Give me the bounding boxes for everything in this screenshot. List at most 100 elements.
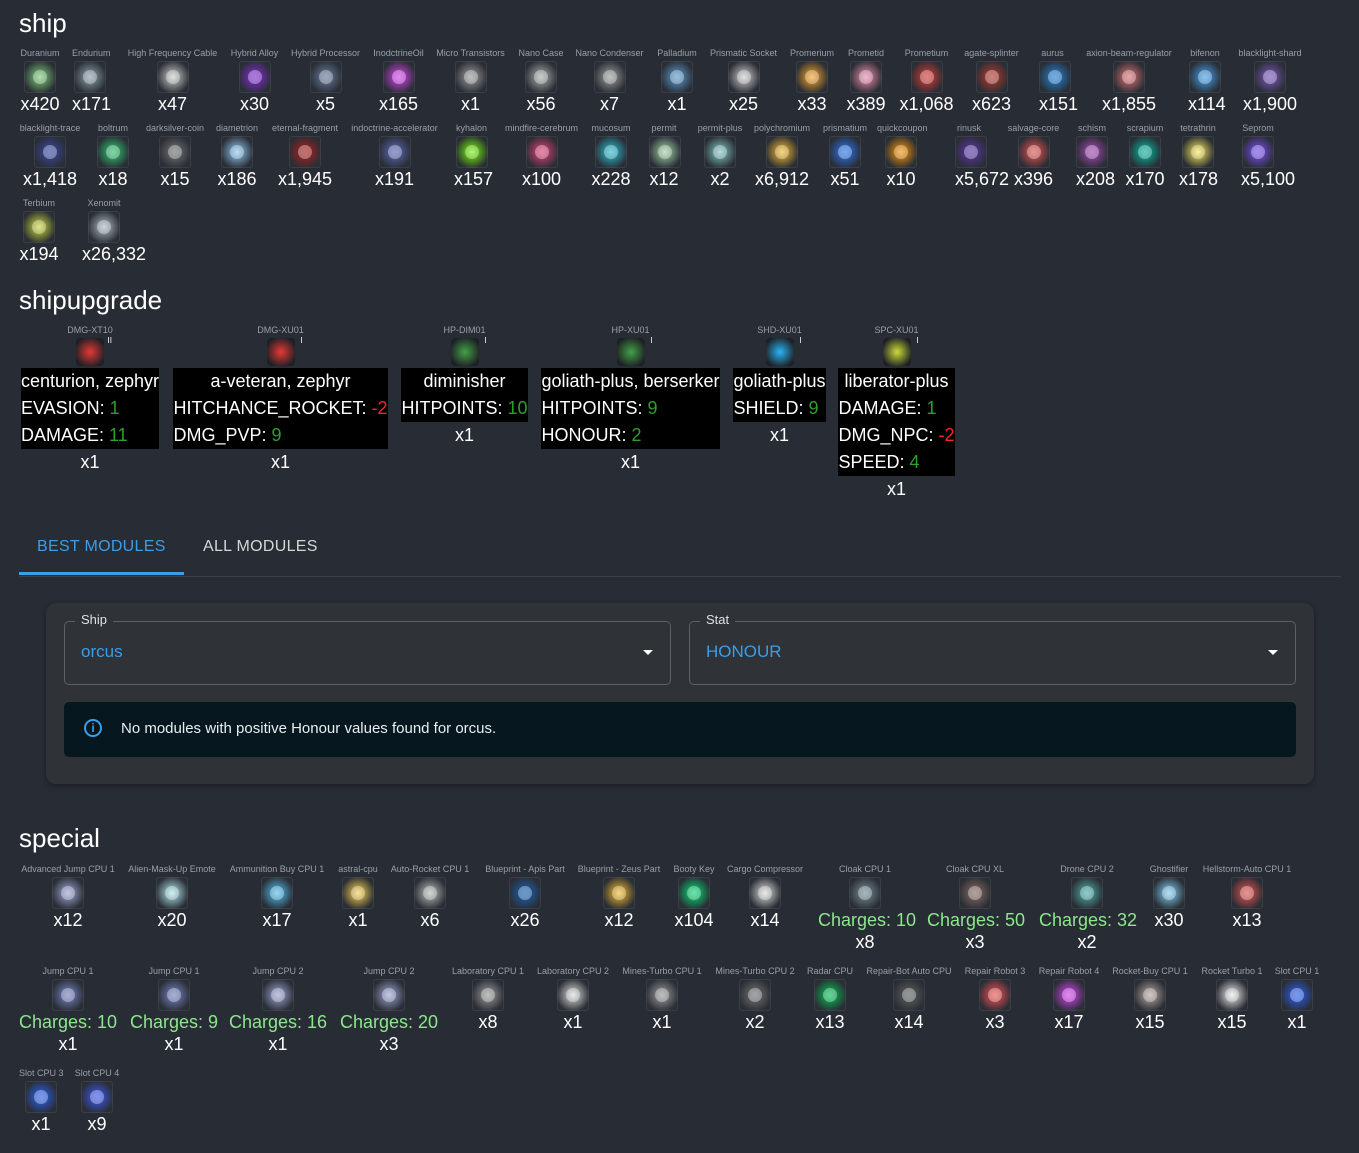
item-aurus[interactable]: aurus x151 bbox=[1039, 48, 1078, 115]
module-level: I bbox=[484, 336, 487, 345]
item-mines-turbo-cpu-1[interactable]: Mines-Turbo CPU 1 x1 bbox=[620, 966, 704, 1033]
item-high-frequency-cable[interactable]: High Frequency Cable x47 bbox=[125, 48, 220, 115]
item-jump-cpu-2[interactable]: Jump CPU 2 Charges: 16 x1 bbox=[229, 966, 327, 1055]
item-blacklight-trace[interactable]: blacklight-trace x1,418 bbox=[18, 123, 82, 190]
item-seprom[interactable]: Seprom x5,100 bbox=[1241, 123, 1295, 190]
item-ghostifier[interactable]: Ghostifier x30 bbox=[1149, 864, 1189, 931]
item-nano-condenser[interactable]: Nano Condenser x7 bbox=[573, 48, 646, 115]
item-diametrion[interactable]: diametrion x186 bbox=[214, 123, 260, 190]
item-icon bbox=[1216, 979, 1248, 1011]
item-label: Hybrid Processor bbox=[290, 48, 361, 58]
tab-best-modules[interactable]: BEST MODULES bbox=[19, 530, 184, 575]
item-axion-beam-regulator[interactable]: axion-beam-regulator x1,855 bbox=[1083, 48, 1175, 115]
item-agate-splinter[interactable]: agate-splinter x623 bbox=[962, 48, 1021, 115]
item-eternal-fragment[interactable]: eternal-fragment x1,945 bbox=[269, 123, 341, 190]
item-icon bbox=[74, 61, 106, 93]
item-mines-turbo-cpu-2[interactable]: Mines-Turbo CPU 2 x2 bbox=[713, 966, 797, 1033]
item-cloak-cpu-1[interactable]: Cloak CPU 1 Charges: 10 x8 bbox=[818, 864, 916, 953]
item-slot-cpu-1[interactable]: Slot CPU 1 x1 bbox=[1274, 966, 1320, 1033]
item-label: Slot CPU 3 bbox=[19, 1068, 64, 1078]
item-alien-mask-up-emote[interactable]: Alien-Mask-Up Emote x20 bbox=[126, 864, 218, 931]
item-polychromium[interactable]: polychromium x6,912 bbox=[752, 123, 812, 190]
item-inodctrineoil[interactable]: InodctrineOil x165 bbox=[371, 48, 426, 115]
stat-value: 1 bbox=[926, 398, 937, 418]
item-label: Cloak CPU 1 bbox=[838, 864, 892, 874]
item-repair-bot-auto-cpu[interactable]: Repair-Bot Auto CPU x14 bbox=[864, 966, 954, 1033]
item-advanced-jump-cpu-1[interactable]: Advanced Jump CPU 1 x12 bbox=[19, 864, 117, 931]
item-schism[interactable]: schism x208 bbox=[1076, 123, 1115, 190]
item-blacklight-shard[interactable]: blacklight-shard x1,900 bbox=[1236, 48, 1304, 115]
upgrade-label: SPC-XU01 bbox=[874, 325, 919, 335]
item-endurium[interactable]: Endurium x171 bbox=[72, 48, 111, 115]
item-prometium[interactable]: Prometium x1,068 bbox=[899, 48, 954, 115]
item-label: axion-beam-regulator bbox=[1086, 48, 1172, 58]
item-prismatic-socket[interactable]: Prismatic Socket x25 bbox=[707, 48, 780, 115]
item-blueprint-zeus-part[interactable]: Blueprint - Zeus Part x12 bbox=[576, 864, 662, 931]
stat-select-value: HONOUR bbox=[706, 642, 782, 661]
item-count: x25 bbox=[728, 94, 759, 114]
item-slot-cpu-4[interactable]: Slot CPU 4 x9 bbox=[74, 1068, 120, 1135]
item-cargo-compressor[interactable]: Cargo Compressor x14 bbox=[725, 864, 805, 931]
item-nano-case[interactable]: Nano Case x56 bbox=[517, 48, 565, 115]
item-quickcoupon[interactable]: quickcoupon x10 bbox=[877, 123, 928, 190]
item-scrapium[interactable]: scrapium x170 bbox=[1125, 123, 1165, 190]
item-darksilver-coin[interactable]: darksilver-coin x15 bbox=[144, 123, 206, 190]
item-permit[interactable]: permit x12 bbox=[649, 123, 681, 190]
item-repair-robot-3[interactable]: Repair Robot 3 x3 bbox=[963, 966, 1027, 1033]
item-drone-cpu-2[interactable]: Drone CPU 2 Charges: 32 x2 bbox=[1039, 864, 1137, 953]
item-blueprint-apis-part[interactable]: Blueprint - Apis Part x26 bbox=[482, 864, 568, 931]
item-palladium[interactable]: Palladium x1 bbox=[655, 48, 699, 115]
item-label: Jump CPU 2 bbox=[363, 966, 415, 976]
item-permit-plus[interactable]: permit-plus x2 bbox=[696, 123, 744, 190]
item-laboratory-cpu-1[interactable]: Laboratory CPU 1 x8 bbox=[450, 966, 526, 1033]
item-indoctrine-accelerator[interactable]: indoctrine-accelerator x191 bbox=[349, 123, 440, 190]
item-salvage-core[interactable]: salvage-core x396 bbox=[1005, 123, 1062, 190]
upgrade-hp-xu01[interactable]: HP-XU01 Igoliath-plus, berserker HITPOINTS… bbox=[539, 325, 722, 476]
item-mindfire-cerebrum[interactable]: mindfire-cerebrum x100 bbox=[503, 123, 580, 190]
item-rocket-turbo-1[interactable]: Rocket Turbo 1 x15 bbox=[1199, 966, 1265, 1033]
item-xenomit[interactable]: Xenomit x26,332 bbox=[82, 198, 146, 265]
item-jump-cpu-2[interactable]: Jump CPU 2 Charges: 20 x3 bbox=[340, 966, 438, 1055]
item-astral-cpu[interactable]: astral-cpu x1 bbox=[337, 864, 379, 931]
item-auto-rocket-cpu-1[interactable]: Auto-Rocket CPU 1 x6 bbox=[388, 864, 472, 931]
item-micro-transistors[interactable]: Micro Transistors x1 bbox=[434, 48, 507, 115]
item-count: x1 bbox=[164, 1034, 184, 1054]
item-duranium[interactable]: Duranium x420 bbox=[19, 48, 61, 115]
item-hybrid-processor[interactable]: Hybrid Processor x5 bbox=[289, 48, 362, 115]
item-promerium[interactable]: Promerium x33 bbox=[788, 48, 836, 115]
item-rocket-buy-cpu-1[interactable]: Rocket-Buy CPU 1 x15 bbox=[1110, 966, 1190, 1033]
upgrade-dmg-xu01[interactable]: DMG-XU01 Ia-veteran, zephyr HITCHANCE_ROCK… bbox=[171, 325, 390, 476]
item-rinusk[interactable]: rinusk x5,672 bbox=[955, 123, 1009, 190]
item-radar-cpu[interactable]: Radar CPU x13 bbox=[806, 966, 854, 1033]
item-hybrid-alloy[interactable]: Hybrid Alloy x30 bbox=[228, 48, 281, 115]
item-jump-cpu-1[interactable]: Jump CPU 1 Charges: 10 x1 bbox=[19, 966, 117, 1055]
item-prometid[interactable]: Prometid x389 bbox=[845, 48, 887, 115]
item-booty-key[interactable]: Booty Key x104 bbox=[672, 864, 716, 931]
item-label: indoctrine-accelerator bbox=[351, 123, 438, 133]
stat-select[interactable]: Stat HONOUR bbox=[689, 612, 1296, 685]
item-repair-robot-4[interactable]: Repair Robot 4 x17 bbox=[1037, 966, 1101, 1033]
ship-select[interactable]: Ship orcus bbox=[64, 612, 671, 685]
item-laboratory-cpu-2[interactable]: Laboratory CPU 2 x1 bbox=[535, 966, 611, 1033]
item-prismatium[interactable]: prismatium x51 bbox=[821, 123, 869, 190]
upgrade-dmg-xt10[interactable]: DMG-XT10 II centurion, zephyr EVASION: 1 DAM… bbox=[19, 325, 161, 476]
item-mucosum[interactable]: mucosum x228 bbox=[590, 123, 632, 190]
item-ammunition-buy-cpu-1[interactable]: Ammunition Buy CPU 1 x17 bbox=[228, 864, 326, 931]
item-slot-cpu-3[interactable]: Slot CPU 3 x1 bbox=[19, 1068, 64, 1135]
item-kyhalon[interactable]: kyhalon x157 bbox=[454, 123, 493, 190]
upgrade-hp-dim01[interactable]: HP-DIM01 Idiminisher HITPOINTS: 10 x1 bbox=[400, 325, 529, 449]
item-jump-cpu-1[interactable]: Jump CPU 1 Charges: 9 x1 bbox=[128, 966, 220, 1055]
item-boltrum[interactable]: boltrum x18 bbox=[96, 123, 130, 190]
item-hellstorm-auto-cpu-1[interactable]: Hellstorm-Auto CPU 1 x13 bbox=[1201, 864, 1293, 931]
item-cloak-cpu-xl[interactable]: Cloak CPU XL Charges: 50 x3 bbox=[927, 864, 1025, 953]
upgrade-shd-xu01[interactable]: SHD-XU01 Igoliath-plus SHIELD: 9 x1 bbox=[732, 325, 827, 449]
item-terbium[interactable]: Terbium x194 bbox=[19, 198, 59, 265]
item-label: agate-splinter bbox=[964, 48, 1019, 58]
upgrade-spc-xu01[interactable]: SPC-XU01 Iliberator-plus DAMAGE: 1 DMG_NPC:… bbox=[837, 325, 956, 503]
tab-all-modules[interactable]: ALL MODULES bbox=[185, 530, 336, 574]
module-level: I bbox=[650, 336, 653, 345]
item-bifenon[interactable]: bifenon x114 bbox=[1188, 48, 1226, 115]
item-tetrathrin[interactable]: tetrathrin x178 bbox=[1179, 123, 1218, 190]
stat-name: SHIELD: bbox=[733, 398, 809, 418]
item-label: Blueprint - Apis Part bbox=[485, 864, 565, 874]
